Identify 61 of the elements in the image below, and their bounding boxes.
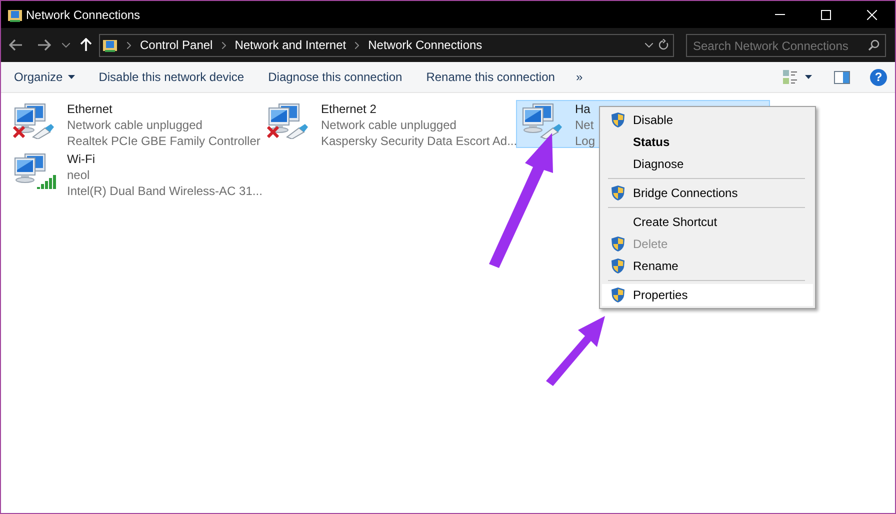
chevron-down-icon bbox=[645, 42, 653, 48]
computers-icon bbox=[521, 103, 555, 135]
menu-item[interactable]: Diagnose bbox=[602, 153, 813, 175]
up-arrow-icon bbox=[80, 38, 92, 52]
device-name: Kaspersky Security Data Escort Ad... bbox=[321, 133, 518, 149]
signal-bars-icon bbox=[37, 173, 57, 189]
address-field[interactable]: Control Panel Network and Internet Network Connections bbox=[99, 34, 674, 56]
annotation-arrow bbox=[546, 316, 605, 386]
menu-item[interactable]: Properties bbox=[602, 284, 813, 306]
breadcrumb[interactable]: Network and Internet bbox=[234, 36, 346, 54]
forward-arrow-icon bbox=[37, 39, 51, 51]
cable-plug-icon bbox=[285, 123, 309, 139]
menu-item[interactable]: Status bbox=[602, 131, 813, 153]
caret-icon[interactable] bbox=[805, 75, 812, 79]
connection-status: Network cable unplugged bbox=[321, 117, 458, 133]
device-name: Realtek PCIe GBE Family Controller bbox=[67, 133, 260, 149]
toolbar-command[interactable]: Disable this network device bbox=[90, 65, 254, 89]
connection-name: Ha bbox=[575, 101, 592, 117]
computers-icon bbox=[13, 153, 47, 185]
connection-status: Network cable unplugged bbox=[67, 117, 204, 133]
chevron-right-icon bbox=[222, 42, 226, 48]
refresh-icon bbox=[659, 39, 669, 51]
minimize-icon bbox=[775, 14, 785, 15]
network-folder-icon bbox=[102, 37, 118, 53]
breadcrumb[interactable]: Network Connections bbox=[368, 36, 482, 54]
connection-name: Ethernet bbox=[67, 101, 114, 117]
connection-name: Wi-Fi bbox=[67, 151, 96, 167]
connection-status: neol bbox=[67, 167, 91, 183]
menu-item[interactable]: Rename bbox=[602, 255, 813, 277]
close-icon bbox=[867, 10, 877, 20]
computers-icon bbox=[13, 103, 47, 135]
toolbar-command[interactable]: Organize bbox=[5, 65, 84, 89]
maximize-icon bbox=[821, 10, 831, 20]
search-field[interactable]: Search Network Connections bbox=[686, 34, 886, 57]
chevron-right-icon bbox=[127, 42, 131, 48]
more-commands-button[interactable]: » bbox=[570, 65, 589, 89]
chevron-down-icon bbox=[62, 42, 70, 48]
chevron-right-icon bbox=[355, 42, 360, 48]
cable-plug-icon bbox=[31, 123, 55, 139]
breadcrumb[interactable]: Control Panel bbox=[140, 36, 213, 54]
connection-status: Net bbox=[575, 117, 595, 133]
preview-pane-icon[interactable] bbox=[834, 70, 850, 84]
computers-icon bbox=[267, 103, 301, 135]
menu-item[interactable]: Bridge Connections bbox=[602, 182, 813, 204]
view-options-icon[interactable] bbox=[783, 70, 797, 84]
caret-icon bbox=[68, 75, 75, 79]
device-name: Intel(R) Dual Band Wireless-AC 31... bbox=[67, 183, 262, 199]
toolbar-command[interactable]: Diagnose this connection bbox=[259, 65, 412, 89]
connection-item[interactable]: Wi-Fi neol Intel(R) Dual Band Wireless-AC 31... bbox=[8, 150, 262, 198]
connection-item[interactable]: Ethernet Network cable unplugged Realtek PCIe GBE Family Controller bbox=[8, 100, 262, 148]
search-icon bbox=[868, 38, 880, 50]
connection-name: Ethernet 2 bbox=[321, 101, 378, 117]
menu-item[interactable]: Create Shortcut bbox=[602, 211, 813, 233]
window-title: Network Connections bbox=[26, 6, 140, 24]
connection-item[interactable]: Ethernet 2 Network cable unplugged Kaspersky Security Data Escort Ad... bbox=[262, 100, 516, 148]
back-arrow-icon bbox=[9, 39, 23, 51]
toolbar-command[interactable]: Rename this connection bbox=[417, 65, 564, 89]
help-button[interactable]: ? bbox=[870, 68, 887, 86]
menu-item[interactable]: Disable bbox=[602, 109, 813, 131]
device-name: Log bbox=[575, 133, 596, 149]
cable-plug-icon bbox=[539, 123, 563, 139]
